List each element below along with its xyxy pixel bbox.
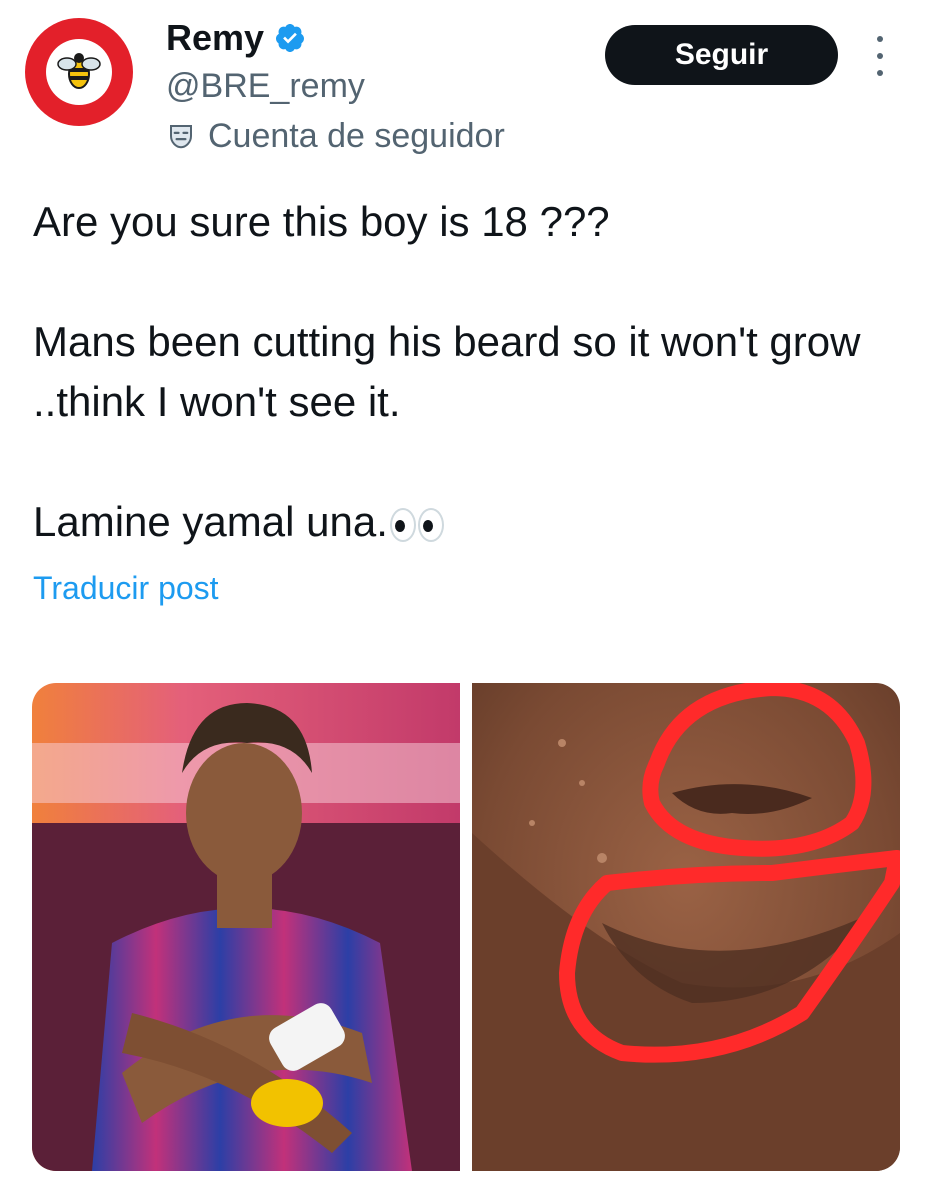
photo-player-crossed-arms[interactable]	[32, 683, 460, 1171]
post-line-1: Are you sure this boy is 18 ???	[33, 198, 610, 245]
translate-post-link[interactable]: Traducir post	[33, 570, 219, 607]
account-type-row: Cuenta de seguidor	[166, 116, 505, 156]
theater-mask-icon	[170, 125, 192, 149]
author-name[interactable]: Remy	[166, 16, 264, 60]
eyes-emoji-icon	[389, 507, 444, 542]
account-type-label: Cuenta de seguidor	[208, 117, 505, 155]
post-line-3-text: Lamine yamal una.	[33, 498, 388, 545]
more-vertical-icon[interactable]	[866, 36, 894, 76]
follow-button[interactable]: Seguir	[605, 25, 838, 85]
brentford-fc-crest-icon	[46, 39, 112, 105]
verified-badge-icon	[276, 24, 305, 52]
avatar[interactable]	[25, 18, 133, 126]
post-header: Remy @BRE_remy Cuenta de seguidor Seguir	[0, 0, 932, 170]
post-line-3: Lamine yamal una.	[33, 492, 444, 552]
media-grid	[32, 683, 900, 1171]
photo-chin-closeup-circled[interactable]	[472, 683, 900, 1171]
author-handle[interactable]: @BRE_remy	[166, 66, 365, 106]
post-line-2: Mans been cutting his beard so it won't …	[33, 318, 861, 425]
